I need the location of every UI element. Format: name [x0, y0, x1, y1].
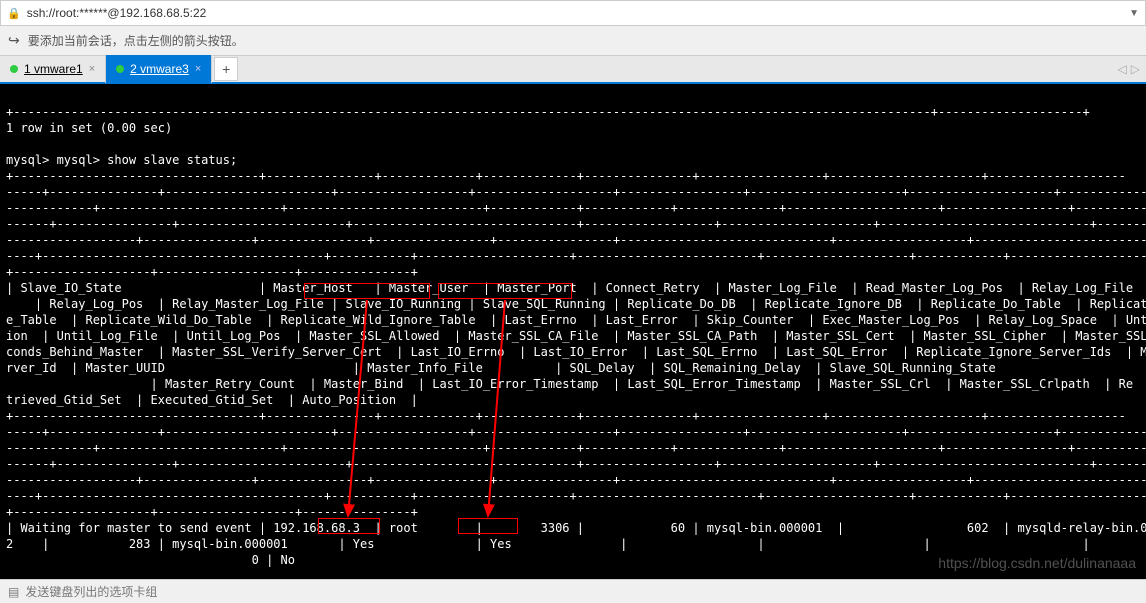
add-session-icon[interactable]: ↪ [8, 32, 20, 49]
hint-text: 要添加当前会话，点击左侧的箭头按钮。 [28, 32, 244, 49]
tab-bar: 1 vmware1 × 2 vmware3 × + ◁ ▷ [0, 56, 1146, 84]
status-dot-icon [116, 65, 124, 73]
address-input[interactable] [27, 6, 1123, 20]
nav-prev-icon[interactable]: ◁ [1118, 62, 1127, 76]
tab-vmware3[interactable]: 2 vmware3 × [106, 55, 212, 83]
tab-nav-arrows: ◁ ▷ [1118, 62, 1140, 76]
add-tab-button[interactable]: + [214, 57, 238, 81]
tab-vmware1[interactable]: 1 vmware1 × [0, 55, 106, 83]
status-dot-icon [10, 65, 18, 73]
terminal[interactable]: +---------------------------------------… [0, 84, 1146, 579]
hint-bar: ↪ 要添加当前会话，点击左侧的箭头按钮。 [0, 26, 1146, 56]
lock-icon: 🔒 [7, 7, 21, 20]
address-bar: 🔒 ▼ [0, 0, 1146, 26]
close-icon[interactable]: × [195, 63, 201, 75]
status-icon: ▤ [8, 585, 19, 599]
chevron-down-icon[interactable]: ▼ [1129, 8, 1139, 19]
close-icon[interactable]: × [89, 63, 95, 75]
watermark: https://blog.csdn.net/dulinanaaa [938, 555, 1136, 571]
nav-next-icon[interactable]: ▷ [1131, 62, 1140, 76]
status-text: 发送键盘列出的选项卡组 [25, 583, 157, 600]
status-bar: ▤ 发送键盘列出的选项卡组 [0, 579, 1146, 603]
tab-label: 2 vmware3 [130, 62, 189, 76]
tab-label: 1 vmware1 [24, 62, 83, 76]
terminal-output: +---------------------------------------… [6, 104, 1140, 568]
